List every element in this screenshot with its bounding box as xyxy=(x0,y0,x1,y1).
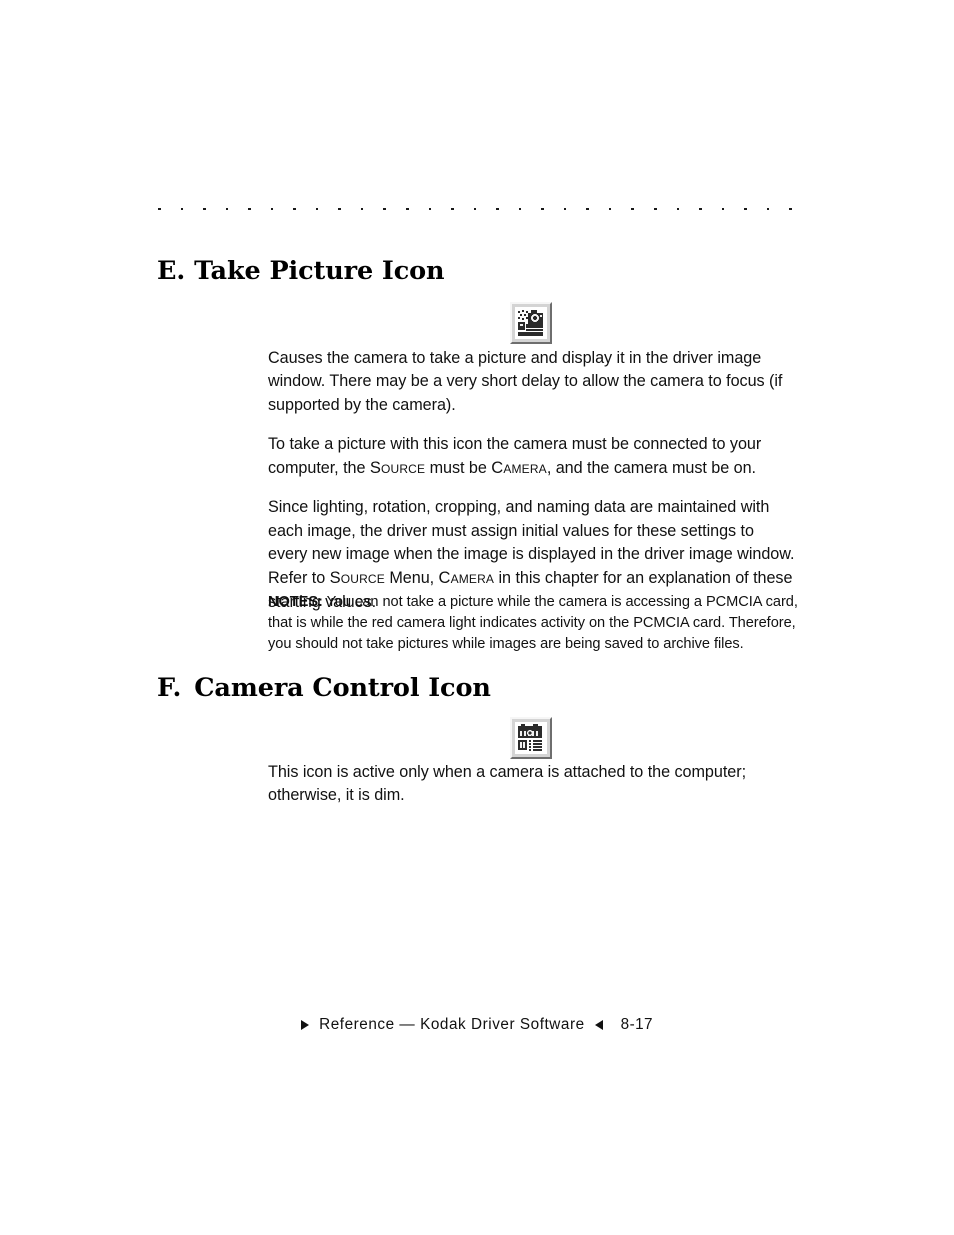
rule-dot xyxy=(721,207,725,211)
rule-dot xyxy=(315,207,319,211)
page-footer: Reference — Kodak Driver Software 8-17 xyxy=(0,1016,954,1034)
rule-dot xyxy=(203,207,206,211)
rule-dot xyxy=(293,207,296,211)
rule-dot xyxy=(586,207,589,211)
rule-dot xyxy=(248,207,251,211)
rule-dot xyxy=(225,207,229,211)
section-title-e: Take Picture Icon xyxy=(194,256,445,286)
p2-smallcaps-source: Source xyxy=(369,458,426,478)
rule-dot xyxy=(360,207,364,211)
rule-dot xyxy=(676,207,680,211)
take-picture-icon[interactable] xyxy=(510,302,552,344)
p3-smallcaps-source: Source xyxy=(329,568,385,588)
rule-dot xyxy=(699,207,702,211)
rule-dot xyxy=(608,207,612,211)
rule-dot xyxy=(473,207,477,211)
document-page: E. Take Picture Icon Causes the camera t… xyxy=(0,0,954,1235)
section-letter-e: E. xyxy=(157,256,186,286)
p3-text-2: Menu, xyxy=(384,569,439,588)
paragraph-icon-active: This icon is active only when a camera i… xyxy=(268,763,747,805)
camera-control-icon-glyph xyxy=(515,722,547,754)
rule-dot xyxy=(789,207,792,211)
section-e-body: Causes the camera to take a picture and … xyxy=(268,347,796,614)
take-picture-icon-glyph xyxy=(515,307,547,339)
section-heading-take-picture-icon: E. Take Picture Icon xyxy=(157,256,445,286)
rule-dot xyxy=(406,207,409,211)
notes-paragraph: NOTES: You can not take a picture while … xyxy=(268,592,800,655)
rule-dot xyxy=(158,207,161,211)
rule-dot xyxy=(631,207,634,211)
p2-text-3: , and the camera must be on. xyxy=(546,459,756,478)
p2-smallcaps-camera: Camera xyxy=(491,458,547,478)
triangle-left-icon xyxy=(594,1020,603,1030)
rule-dot xyxy=(338,207,341,211)
p2-text-2: must be xyxy=(425,459,492,478)
rule-dot xyxy=(383,207,386,211)
rule-dot xyxy=(766,207,770,211)
paragraph-causes-camera: Causes the camera to take a picture and … xyxy=(268,349,783,414)
rule-dot xyxy=(428,207,432,211)
rule-dot xyxy=(180,207,184,211)
section-letter-f: F. xyxy=(157,673,182,703)
notes-body-text: You can not take a picture while the cam… xyxy=(268,594,798,652)
rule-dot xyxy=(496,207,499,211)
rule-dot xyxy=(744,207,747,211)
notes-block: NOTES: You can not take a picture while … xyxy=(268,592,800,655)
footer-title: Reference — Kodak Driver Software xyxy=(319,1016,585,1033)
triangle-right-icon xyxy=(301,1020,310,1030)
paragraph-to-take-picture: To take a picture with this icon the cam… xyxy=(268,433,796,481)
rule-dot xyxy=(451,207,454,211)
camera-control-icon[interactable] xyxy=(510,717,552,759)
rule-dot xyxy=(270,207,274,211)
rule-dot xyxy=(563,207,567,211)
section-heading-camera-control-icon: F. Camera Control Icon xyxy=(157,673,491,703)
notes-label: NOTES: xyxy=(268,594,323,610)
dotted-rule-divider xyxy=(158,206,792,212)
page-number: 8-17 xyxy=(620,1016,653,1033)
rule-dot xyxy=(518,207,522,211)
rule-dot xyxy=(541,207,544,211)
section-f-body: This icon is active only when a camera i… xyxy=(268,761,796,808)
p3-smallcaps-camera: Camera xyxy=(438,568,495,588)
rule-dot xyxy=(654,207,657,211)
section-title-f: Camera Control Icon xyxy=(194,673,491,703)
